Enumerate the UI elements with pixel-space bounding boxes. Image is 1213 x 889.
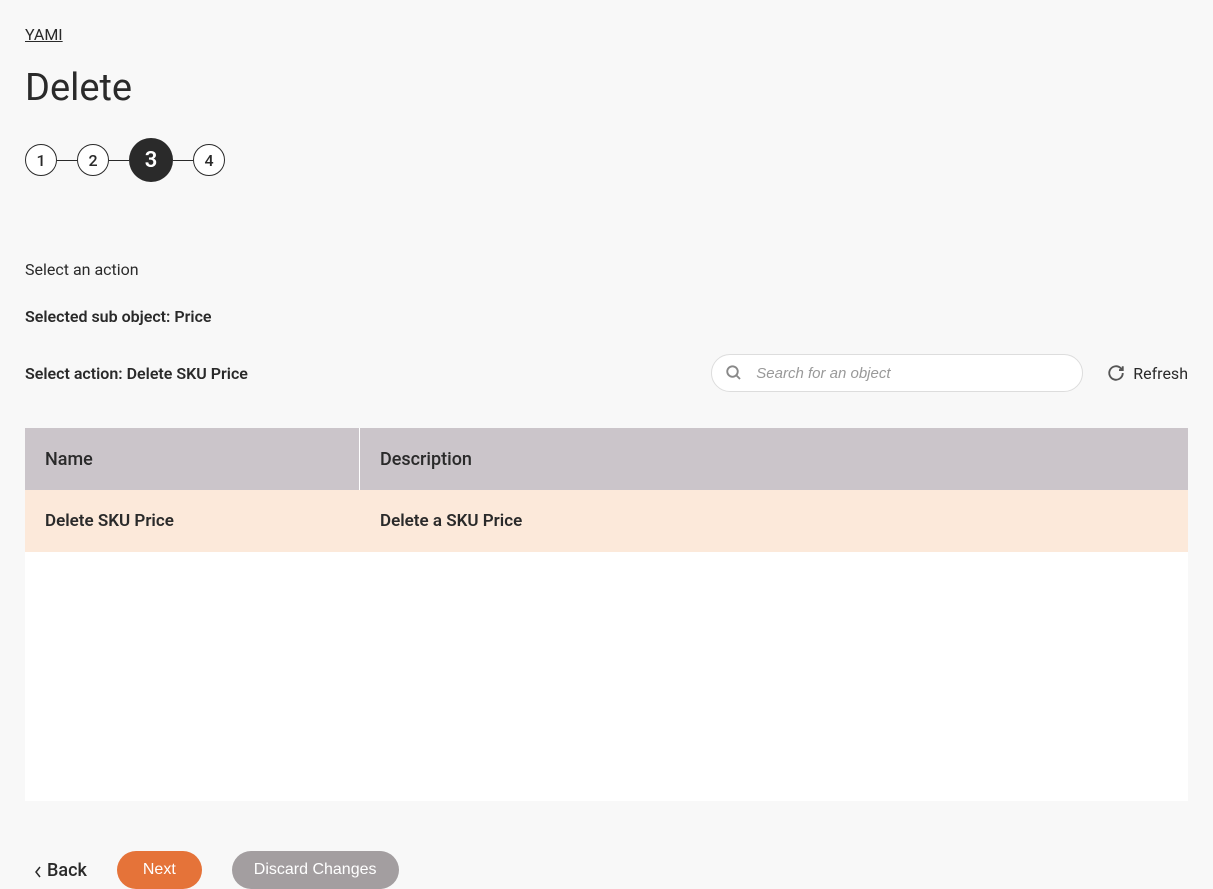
selected-sub-object: Selected sub object: Price (25, 307, 1188, 326)
header-name: Name (25, 428, 360, 490)
selected-action: Select action: Delete SKU Price (25, 364, 248, 383)
refresh-label: Refresh (1133, 364, 1188, 383)
step-1[interactable]: 1 (25, 144, 57, 176)
row-name: Delete SKU Price (25, 490, 360, 552)
discard-button[interactable]: Discard Changes (232, 851, 399, 889)
search-box (711, 354, 1083, 392)
step-2[interactable]: 2 (77, 144, 109, 176)
step-4[interactable]: 4 (193, 144, 225, 176)
step-connector (109, 160, 129, 161)
table-header: Name Description (25, 428, 1188, 490)
action-table: Name Description Delete SKU Price Delete… (25, 428, 1188, 801)
search-icon (725, 364, 743, 382)
next-button[interactable]: Next (117, 851, 202, 889)
breadcrumb[interactable]: YAMI (25, 25, 63, 44)
back-button[interactable]: Back (33, 860, 87, 881)
page-title: Delete (25, 66, 1188, 110)
back-label: Back (47, 860, 87, 881)
instruction-text: Select an action (25, 260, 1188, 279)
step-connector (173, 160, 193, 161)
header-description: Description (360, 428, 1188, 490)
stepper: 1 2 3 4 (25, 138, 1188, 182)
step-3[interactable]: 3 (129, 138, 173, 182)
footer-buttons: Back Next Discard Changes (25, 851, 1188, 889)
table-row[interactable]: Delete SKU Price Delete a SKU Price (25, 490, 1188, 552)
refresh-icon (1107, 364, 1125, 382)
step-connector (57, 160, 77, 161)
refresh-button[interactable]: Refresh (1107, 364, 1188, 383)
search-input[interactable] (711, 354, 1083, 392)
row-description: Delete a SKU Price (360, 490, 1188, 552)
